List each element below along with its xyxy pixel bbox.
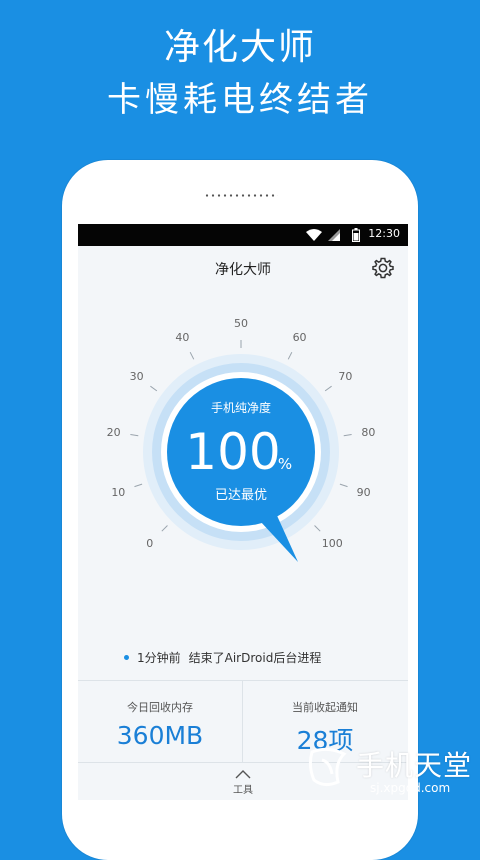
wifi-icon <box>306 229 322 241</box>
app-bar: 净化大师 <box>78 246 408 292</box>
memory-stat[interactable]: 今日回收内存 360MB <box>78 681 243 763</box>
gauge-tick-label: 50 <box>234 317 248 330</box>
phone-screen: 12:30 净化大师 0 10 20 30 40 50 60 70 80 90 100 手机纯净度 … <box>78 224 408 800</box>
signal-icon <box>328 229 340 241</box>
app-title: 净化大师 <box>215 262 271 278</box>
purity-gauge: 0 10 20 30 40 50 60 70 80 90 100 手机纯净度 100 % 已达最优 <box>107 317 375 562</box>
chevron-up-icon <box>235 770 251 779</box>
log-bullet <box>124 655 129 660</box>
status-bar: 12:30 <box>78 224 408 246</box>
gauge-tick-label: 10 <box>111 486 125 499</box>
gauge-tick-mark <box>343 433 352 437</box>
gauge-tick-label: 90 <box>357 486 371 499</box>
gauge-tick-label: 20 <box>107 426 121 439</box>
memory-stat-label: 今日回收内存 <box>127 701 193 714</box>
watermark-url: sj.xpgod.com <box>370 781 451 795</box>
gauge-tick-label: 80 <box>361 426 375 439</box>
promo-subtitle: 卡慢耗电终结者 <box>107 80 373 120</box>
log-time: 1分钟前 <box>137 651 181 665</box>
log-message: 结束了AirDroid后台进程 <box>188 651 322 665</box>
memory-stat-value: 360MB <box>116 721 204 750</box>
gauge-tick-mark <box>339 483 348 488</box>
gauge-tick-mark <box>130 433 139 437</box>
phone-speaker <box>204 194 278 197</box>
gauge-tick-mark <box>161 525 168 532</box>
battery-icon <box>352 228 360 242</box>
promo-title: 净化大师 <box>163 27 316 68</box>
gear-icon[interactable] <box>371 256 395 280</box>
gauge-unit: % <box>278 455 292 473</box>
gauge-tick-label: 0 <box>146 537 153 550</box>
gauge-tick-mark <box>287 351 293 360</box>
watermark-logo-icon <box>308 747 347 787</box>
activity-log: 1分钟前 结束了AirDroid后台进程 <box>124 649 321 666</box>
gauge-tick-label: 70 <box>338 370 352 383</box>
gauge-label: 手机纯净度 <box>211 400 271 415</box>
gauge-tick-mark <box>189 351 195 360</box>
gauge-tick-mark <box>150 385 158 392</box>
watermark-title: 手机天堂 <box>356 749 473 782</box>
gauge-tick-mark <box>134 483 143 488</box>
gauge-status: 已达最优 <box>215 488 267 503</box>
gauge-value: 100 <box>185 423 280 481</box>
gauge-tick-label: 40 <box>175 331 189 344</box>
gauge-tick-label: 60 <box>293 331 307 344</box>
gauge-tick-mark <box>314 525 321 532</box>
gauge-tick-label: 30 <box>130 370 144 383</box>
status-time: 12:30 <box>368 227 400 240</box>
notification-stat-label: 当前收起通知 <box>292 701 358 714</box>
gauge-tick-label: 100 <box>322 537 343 550</box>
gauge-tick-mark <box>324 385 332 392</box>
